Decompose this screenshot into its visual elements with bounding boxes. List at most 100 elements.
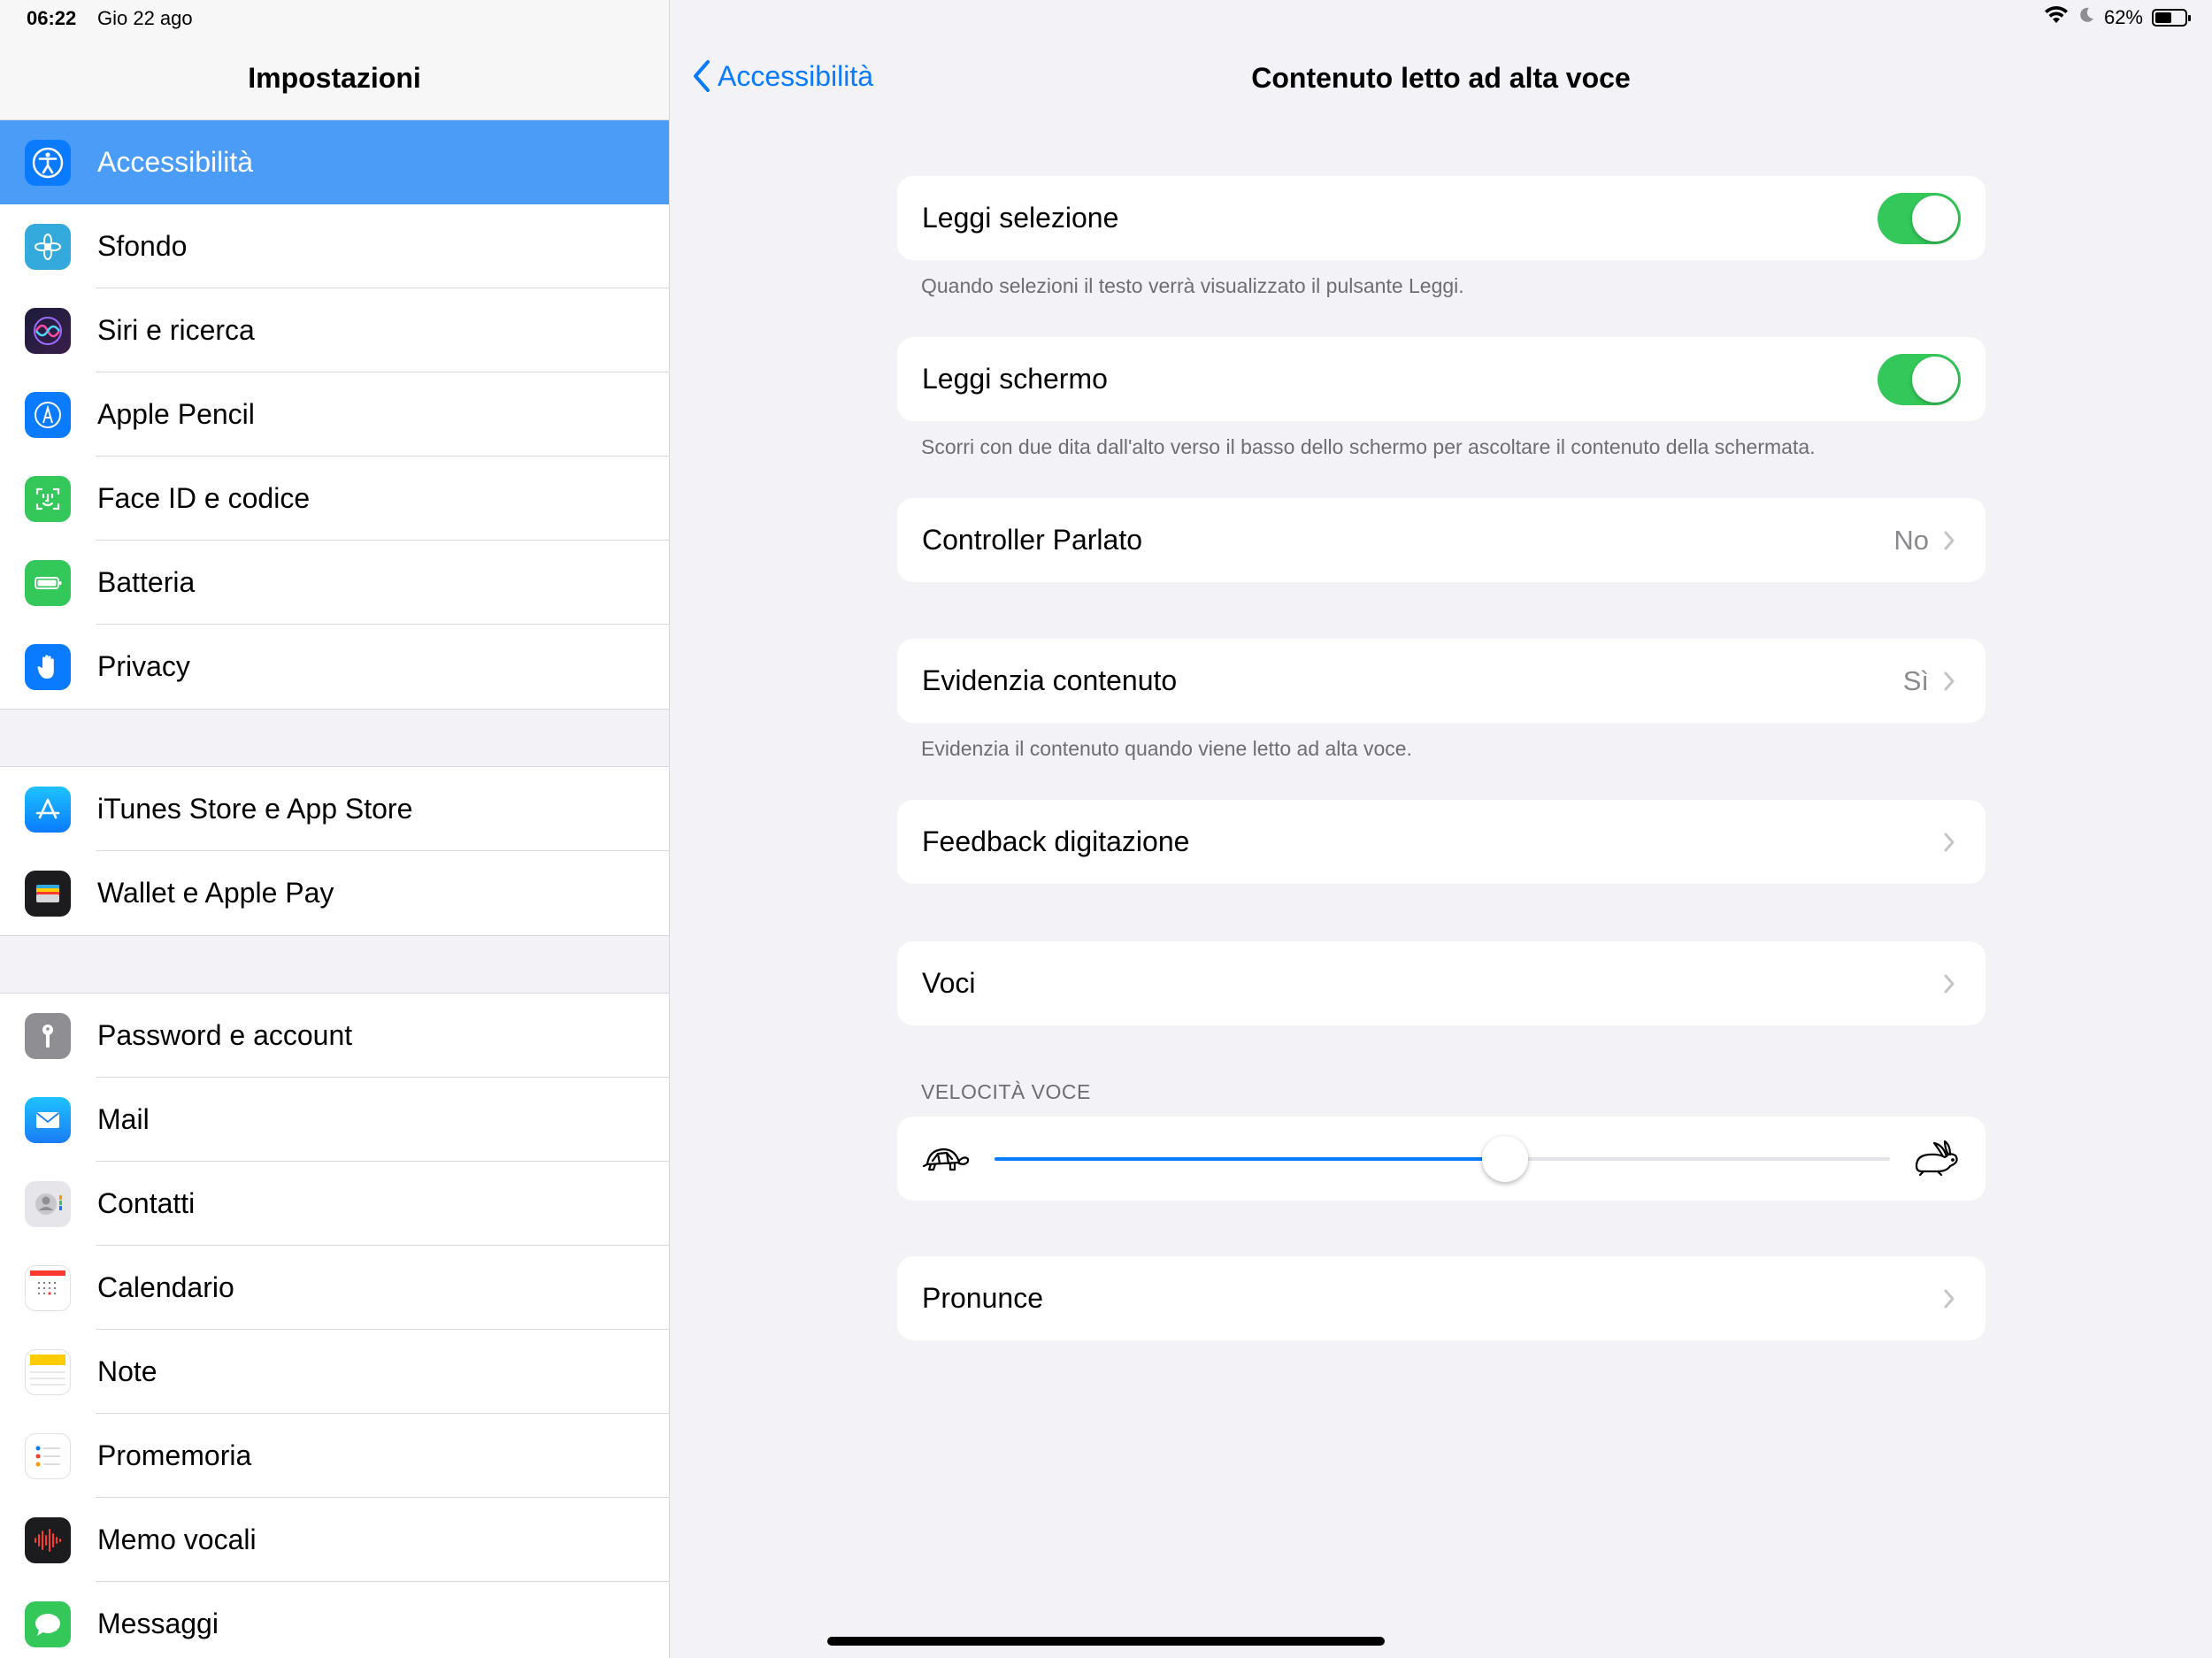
chevron-right-icon [1944,974,1955,993]
leggi-selezione-label: Leggi selezione [922,202,1119,234]
status-time: 06:22 [27,7,77,29]
sidebar-item-label: Contatti [97,1187,196,1219]
notes-icon [25,1348,71,1395]
sidebar-item-siri[interactable]: Siri e ricerca [0,288,669,372]
velocita-voce-header: VELOCITÀ VOCE [921,1080,1091,1103]
turtle-icon [922,1148,970,1171]
contacts-icon [25,1180,71,1227]
app-store-icon [25,786,71,833]
row-feedback-digitazione[interactable]: Feedback digitazione [897,800,1985,884]
wallet-icon [25,870,71,917]
mail-icon [25,1096,71,1143]
voci-label: Voci [922,967,976,999]
sidebar-item-sfondo[interactable]: Sfondo [0,204,669,288]
row-leggi-schermo: Leggi schermo [897,337,1985,421]
sidebar-item-app-store[interactable]: iTunes Store e App Store [0,767,669,851]
key-icon [25,1012,71,1059]
sidebar-item-label: Password e account [97,1019,353,1051]
wifi-icon [2044,5,2069,30]
sidebar-group-1: Accessibilità Sfondo Siri e ricerca Appl… [0,120,669,709]
sidebar-item-label: Promemoria [97,1439,252,1471]
voice-memos-icon [25,1516,71,1563]
hare-icon [1915,1140,1958,1177]
sidebar-section-gap [0,935,669,994]
toggle-knob [1912,356,1958,403]
sidebar-item-mail[interactable]: Mail [0,1078,669,1162]
sidebar-item-label: Messaggi [97,1608,219,1639]
leggi-schermo-toggle[interactable] [1878,353,1961,405]
sidebar-item-privacy[interactable]: Privacy [0,625,669,709]
evidenzia-contenuto-label: Evidenzia contenuto [922,664,1178,696]
status-right: 62% [2044,5,2191,30]
wallpaper-icon [25,223,71,270]
status-date: Gio 22 ago [97,7,193,29]
sidebar-item-label: Calendario [97,1271,234,1303]
settings-sidebar: Impostazioni Accessibilità Sfondo Siri e… [0,0,670,1658]
pencil-icon [25,391,71,438]
battery-percent: 62% [2103,6,2143,28]
controller-parlato-label: Controller Parlato [922,524,1142,556]
sidebar-item-label: Note [97,1355,157,1387]
sidebar-item-memo-vocali[interactable]: Memo vocali [0,1498,669,1582]
row-evidenzia-contenuto[interactable]: Evidenzia contenuto Sì [897,639,1985,723]
sidebar-section-gap [0,709,669,767]
sidebar-item-label: Mail [97,1103,150,1135]
row-controller-parlato[interactable]: Controller Parlato No [897,498,1985,582]
sidebar-item-apple-pencil[interactable]: Apple Pencil [0,372,669,457]
slider-fill [995,1157,1505,1161]
sidebar-title: Impostazioni [248,62,421,94]
pronunce-label: Pronunce [922,1282,1043,1314]
chevron-right-icon [1944,1289,1955,1308]
accessibility-icon [25,139,71,186]
feedback-digitazione-label: Feedback digitazione [922,825,1190,857]
sidebar-item-label: Wallet e Apple Pay [97,877,334,909]
leggi-schermo-footer: Scorri con due dita dall'alto verso il b… [921,435,1816,458]
controller-parlato-value: No [1893,524,1929,556]
sidebar-item-note[interactable]: Note [0,1330,669,1414]
page-title: Contenuto letto ad alta voce [1251,62,1631,94]
sidebar-item-messaggi[interactable]: Messaggi [0,1582,669,1658]
sidebar-item-label: Batteria [97,566,196,598]
sidebar-item-wallet[interactable]: Wallet e Apple Pay [0,851,669,935]
sidebar-group-3: Password e account Mail Contatti Calenda… [0,994,669,1658]
evidenzia-contenuto-value: Sì [1902,664,1929,696]
sidebar-item-label: Privacy [97,650,190,682]
messages-icon [25,1600,71,1647]
chevron-right-icon [1944,833,1955,851]
row-voci[interactable]: Voci [897,941,1985,1025]
sidebar-item-face-id[interactable]: Face ID e codice [0,457,669,541]
speech-rate-slider[interactable] [995,1136,1890,1182]
battery-indicator-icon [2152,9,2191,27]
chevron-right-icon [1944,531,1955,549]
leggi-selezione-footer: Quando selezioni il testo verrà visualiz… [921,274,1464,297]
sidebar-item-batteria[interactable]: Batteria [0,541,669,625]
sidebar-group-2: iTunes Store e App Store Wallet e Apple … [0,767,669,935]
sidebar-item-calendario[interactable]: Calendario [0,1246,669,1330]
leggi-schermo-label: Leggi schermo [922,363,1108,395]
battery-icon [25,559,71,606]
status-bar: 06:22 Gio 22 ago 62% [0,0,2212,39]
sidebar-item-promemoria[interactable]: Promemoria [0,1414,669,1498]
sidebar-item-label: Sfondo [97,230,188,262]
row-pronunce[interactable]: Pronunce [897,1256,1985,1340]
row-leggi-selezione: Leggi selezione [897,176,1985,260]
toggle-knob [1912,195,1958,242]
reminders-icon [25,1432,71,1479]
sidebar-item-label: Accessibilità [97,146,254,178]
sidebar-item-password[interactable]: Password e account [0,994,669,1078]
hand-icon [25,643,71,690]
sidebar-item-accessibilita[interactable]: Accessibilità [0,120,669,204]
faceid-icon [25,475,71,522]
siri-icon [25,307,71,354]
calendar-icon [25,1264,71,1311]
home-indicator[interactable] [827,1637,1385,1646]
moon-icon [2078,6,2095,29]
sidebar-item-label: Apple Pencil [97,398,255,430]
sidebar-item-contatti[interactable]: Contatti [0,1162,669,1246]
speech-rate-row [897,1117,1985,1201]
leggi-selezione-toggle[interactable] [1878,192,1961,244]
chevron-right-icon [1944,672,1955,690]
evidenzia-contenuto-footer: Evidenzia il contenuto quando viene lett… [921,737,1412,760]
sidebar-item-label: Memo vocali [97,1524,257,1555]
slider-thumb[interactable] [1481,1136,1528,1182]
